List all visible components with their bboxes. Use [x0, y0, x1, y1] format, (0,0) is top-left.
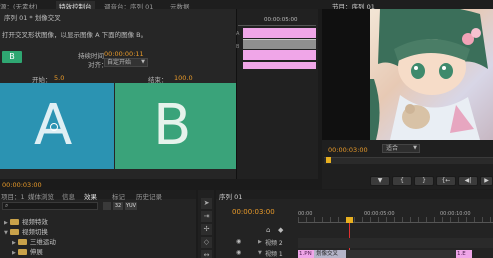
mark-out-button[interactable]: }: [414, 176, 434, 186]
clip-a-label: 1.PN: [299, 251, 312, 257]
preview-b-letter: B: [153, 93, 192, 158]
search-icon: ⌕: [5, 202, 9, 209]
track-video-2-header[interactable]: ◉ ▶ 视频 2: [232, 238, 296, 247]
track-row-video-2: [298, 238, 493, 248]
mini-track-b2[interactable]: [243, 62, 316, 69]
track-select-tool-icon[interactable]: ⇥: [201, 211, 212, 222]
collapsed-arrow-icon[interactable]: ▶: [258, 239, 262, 245]
mark-in-icon: {: [400, 177, 404, 184]
accelerated-effects-icon[interactable]: [103, 202, 111, 210]
slip-tool-icon[interactable]: ↔: [201, 250, 212, 258]
marker-button[interactable]: ▼: [370, 176, 390, 186]
preview-a-panel[interactable]: A: [0, 83, 114, 169]
transition-clip[interactable]: 划像交叉: [314, 250, 346, 258]
effect-description: 打开交叉形状图像，以显示图像 A 下面的图像 B。: [2, 31, 148, 39]
selection-tool-icon[interactable]: ➤: [201, 198, 212, 209]
tree-item-label: 三维运动: [29, 238, 56, 246]
crosshair-icon[interactable]: [50, 123, 58, 131]
timeline-tab-bar: [216, 190, 493, 199]
tree-item-label: 视频切换: [21, 228, 48, 236]
track-name: 视频 2: [265, 240, 283, 247]
bit-depth-icon[interactable]: 32: [113, 202, 123, 210]
program-side-strip: [322, 9, 370, 140]
effects-search-input[interactable]: ⌕: [2, 202, 98, 210]
tab-history[interactable]: 历史记录: [136, 191, 162, 201]
yuv-label: YUV: [125, 203, 137, 209]
chevron-down-icon: ▼: [413, 145, 417, 151]
mini-track-a[interactable]: [243, 28, 316, 38]
program-scrub-bar[interactable]: [324, 157, 493, 164]
clip-a[interactable]: 1.PN: [298, 250, 314, 258]
mini-transition[interactable]: [243, 39, 316, 49]
clip-b[interactable]: 1.E: [456, 250, 472, 258]
play-button-label: B: [9, 52, 15, 61]
collapsed-arrow-icon[interactable]: ▶: [12, 250, 16, 256]
tree-item-video-effects[interactable]: ▶ 视频特效: [4, 216, 48, 226]
play-transition-button[interactable]: B: [2, 51, 22, 63]
play-button[interactable]: ▶: [480, 176, 493, 186]
tree-item-3d-motion[interactable]: ▶ 三维运动: [12, 236, 56, 246]
marker-icon: ▼: [377, 177, 383, 184]
folder-icon: [9, 219, 19, 225]
clip-title: 序列 01 * 划像交叉: [4, 14, 61, 22]
yuv-effects-icon[interactable]: YUV: [125, 202, 137, 210]
program-playhead-icon[interactable]: [326, 157, 331, 163]
program-fit-dropdown[interactable]: 适合 ▼: [382, 144, 420, 153]
tree-item-stretch[interactable]: ▶ 伸展: [12, 246, 43, 256]
go-to-in-icon: {←: [441, 177, 451, 184]
program-monitor-image: [370, 9, 493, 140]
tab-project[interactable]: 项目：1: [1, 191, 25, 201]
expanded-arrow-icon[interactable]: ▼: [258, 250, 262, 256]
mini-track-a-label: A: [236, 31, 240, 37]
ripple-edit-tool-icon[interactable]: ✢: [201, 224, 212, 235]
keyframe-icon[interactable]: ◆: [278, 226, 283, 234]
anime-illustration: [370, 9, 488, 140]
align-dropdown-value: 自定开始: [107, 59, 132, 66]
align-dropdown[interactable]: 自定开始 ▼: [104, 58, 148, 67]
folder-icon: [17, 239, 27, 245]
clip-gap: [346, 250, 456, 258]
mini-track-b[interactable]: [243, 50, 316, 60]
snap-icon[interactable]: ⌂: [266, 226, 270, 234]
eye-icon[interactable]: ◉: [236, 238, 241, 245]
go-to-in-button[interactable]: {←: [436, 176, 456, 186]
eye-icon[interactable]: ◉: [236, 249, 241, 256]
step-back-icon: ◀|: [464, 177, 472, 184]
track-name: 视频 1: [265, 251, 283, 258]
step-back-button[interactable]: ◀|: [458, 176, 478, 186]
playhead-marker-icon[interactable]: [346, 217, 353, 223]
timeline-ruler[interactable]: [298, 217, 493, 223]
tab-media-browser[interactable]: 媒体浏览: [28, 191, 54, 201]
tree-item-label: 伸展: [29, 248, 43, 256]
clip-b-label: 1.E: [457, 251, 466, 257]
start-value[interactable]: 5.0: [54, 74, 64, 82]
tab-effects[interactable]: 效果: [84, 191, 97, 201]
timeline-timecode[interactable]: 00:00:03:00: [232, 208, 275, 216]
chevron-down-icon: ▼: [141, 59, 145, 65]
effects-tree: ▶ 视频特效 ▼ 视频切换 ▶ 三维运动 ▶ 伸展: [4, 216, 194, 258]
folder-icon: [17, 249, 27, 255]
track-video-1-header[interactable]: ◉ ▼ 视频 1: [232, 249, 296, 258]
expanded-arrow-icon[interactable]: ▼: [4, 230, 8, 236]
mini-track-b-label: B: [236, 44, 240, 50]
mini-ruler: [238, 23, 316, 26]
play-icon: ▶: [484, 177, 489, 184]
tab-sequence-01[interactable]: 序列 01: [219, 191, 242, 201]
preview-b-panel: B: [115, 83, 236, 169]
tree-item-label: 视频特效: [21, 218, 48, 226]
duration-value[interactable]: 00:00:00:11: [104, 50, 144, 58]
mark-out-icon: }: [422, 177, 426, 184]
razor-tool-icon[interactable]: ◇: [201, 237, 212, 248]
bit-depth-label: 32: [114, 203, 122, 209]
program-timecode[interactable]: 00:00:03:00: [328, 146, 368, 154]
tab-info[interactable]: 信息: [62, 191, 75, 201]
end-value[interactable]: 100.0: [174, 74, 193, 82]
mark-in-button[interactable]: {: [392, 176, 412, 186]
tree-item-video-transitions[interactable]: ▼ 视频切换: [4, 226, 48, 236]
tab-markers[interactable]: 标记: [112, 191, 125, 201]
folder-icon: [9, 229, 19, 235]
effect-controls-timecode[interactable]: 00:00:03:00: [2, 181, 42, 189]
program-fit-value: 适合: [386, 145, 399, 152]
transition-label: 划像交叉: [316, 251, 339, 257]
